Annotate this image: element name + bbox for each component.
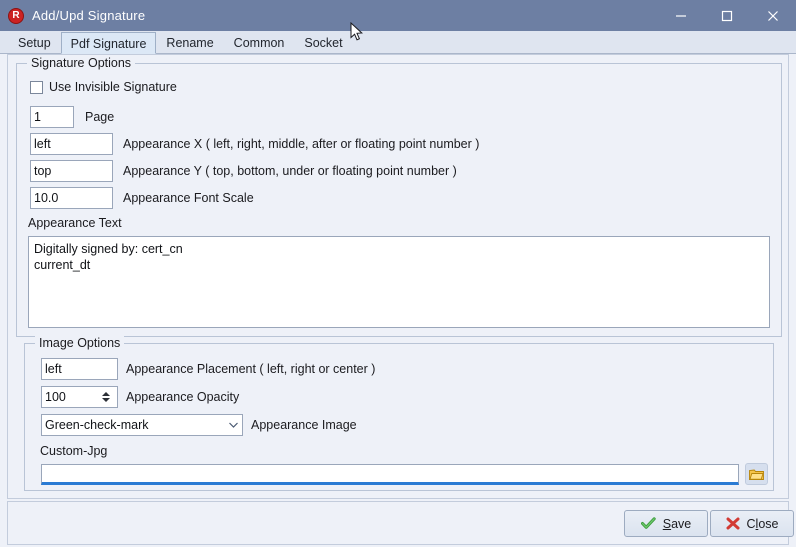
maximize-button[interactable] <box>704 0 750 31</box>
spinner-arrows-icon[interactable] <box>98 387 117 407</box>
appearance-opacity-stepper[interactable] <box>41 386 118 408</box>
close-button[interactable] <box>750 0 796 31</box>
tab-rename[interactable]: Rename <box>156 31 223 53</box>
appearance-y-input[interactable] <box>30 160 113 182</box>
minimize-icon <box>676 14 686 17</box>
appearance-placement-label: Appearance Placement ( left, right or ce… <box>126 362 376 376</box>
appearance-opacity-input[interactable] <box>42 386 98 408</box>
signature-options-title: Signature Options <box>27 56 136 70</box>
tab-common[interactable]: Common <box>224 31 295 53</box>
appearance-image-value: Green-check-mark <box>45 418 149 432</box>
tab-content-pdf-signature: Signature Options Use Invisible Signatur… <box>0 54 796 547</box>
image-options-title: Image Options <box>35 336 125 350</box>
custom-jpg-input[interactable] <box>41 464 739 485</box>
appearance-y-label: Appearance Y ( top, bottom, under or flo… <box>123 164 457 178</box>
close-icon <box>768 10 778 21</box>
add-upd-signature-window: R Add/Upd Signature Setup Pdf Signature … <box>0 0 796 547</box>
close-button-footer[interactable]: Close <box>710 510 794 537</box>
appearance-font-scale-input[interactable] <box>30 187 113 209</box>
window-title: Add/Upd Signature <box>32 8 146 23</box>
appearance-opacity-label: Appearance Opacity <box>126 390 240 404</box>
appearance-x-input[interactable] <box>30 133 113 155</box>
folder-icon <box>749 469 764 480</box>
signature-options-group: Signature Options Use Invisible Signatur… <box>16 56 782 337</box>
maximize-icon <box>721 10 733 21</box>
page-label: Page <box>85 110 115 124</box>
appearance-font-scale-label: Appearance Font Scale <box>123 191 254 205</box>
use-invisible-signature-row[interactable]: Use Invisible Signature <box>30 80 177 94</box>
minimize-button[interactable] <box>658 0 704 31</box>
close-label-rest: ose <box>758 516 779 531</box>
tab-setup[interactable]: Setup <box>8 31 61 53</box>
spinner-down-icon[interactable] <box>102 398 110 402</box>
settings-panel: Signature Options Use Invisible Signatur… <box>7 54 789 499</box>
save-button-label: Save <box>663 517 692 531</box>
close-button-label: Close <box>747 517 779 531</box>
image-options-group: Image Options Appearance Placement ( lef… <box>24 336 774 491</box>
appearance-image-label: Appearance Image <box>251 418 357 432</box>
use-invisible-signature-label: Use Invisible Signature <box>49 80 177 94</box>
chevron-down-icon[interactable] <box>224 421 242 429</box>
appearance-text-label: Appearance Text <box>28 216 122 230</box>
appearance-image-select[interactable]: Green-check-mark <box>41 414 243 436</box>
page-input[interactable] <box>30 106 74 128</box>
red-x-icon <box>726 517 740 530</box>
save-button[interactable]: Save <box>624 510 708 537</box>
appearance-placement-input[interactable] <box>41 358 118 380</box>
close-label-pre: C <box>746 516 756 531</box>
save-label-rest: ave <box>671 516 692 531</box>
tab-pdf-signature[interactable]: Pdf Signature <box>60 32 157 54</box>
tab-bar: Setup Pdf Signature Rename Common Socket <box>0 31 796 54</box>
spinner-up-icon[interactable] <box>102 392 110 396</box>
use-invisible-signature-checkbox[interactable] <box>30 80 43 94</box>
custom-jpg-label: Custom-Jpg <box>40 444 108 458</box>
custom-jpg-browse-button[interactable] <box>745 463 768 485</box>
save-accel-char: S <box>662 516 672 531</box>
window-controls <box>658 0 796 31</box>
dialog-button-bar: Save Close <box>7 501 794 545</box>
app-r-icon: R <box>8 7 24 24</box>
titlebar: R Add/Upd Signature <box>0 0 796 31</box>
green-check-icon <box>640 517 656 529</box>
appearance-x-label: Appearance X ( left, right, middle, afte… <box>123 137 480 151</box>
tab-socket[interactable]: Socket <box>294 31 352 53</box>
appearance-text-textarea[interactable] <box>28 236 770 328</box>
